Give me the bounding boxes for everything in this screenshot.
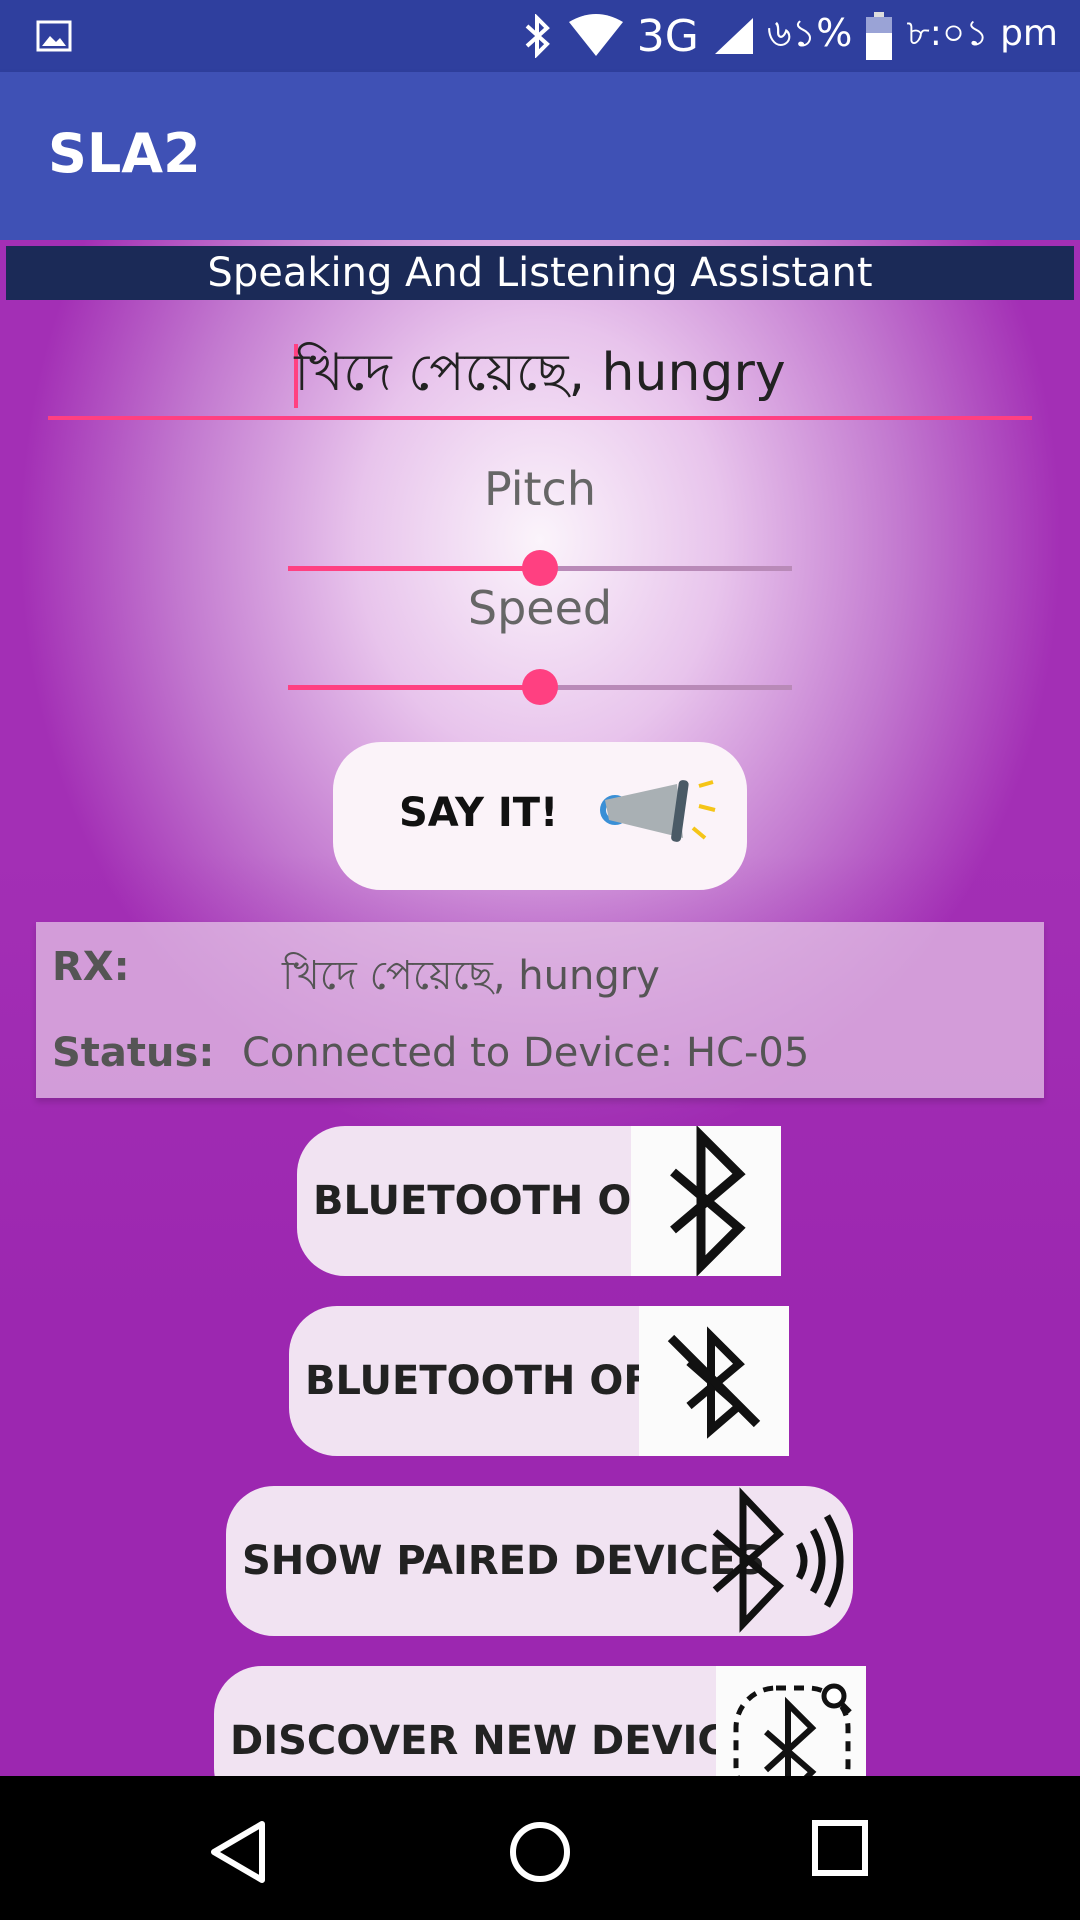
bluetooth-audio-icon <box>712 1487 844 1633</box>
battery-icon <box>866 12 893 60</box>
show-paired-devices-button[interactable]: SHOW PAIRED DEVICES <box>226 1486 853 1636</box>
app-title: SLA2 <box>48 122 201 185</box>
status-bar: 3G ৬১% ৮:০১ pm <box>0 0 1080 72</box>
image-icon <box>36 20 72 52</box>
app-banner: Speaking And Listening Assistant <box>6 246 1074 300</box>
bluetooth-disabled-icon <box>667 1326 761 1439</box>
speech-text-value: খিদে পেয়েছে, hungry <box>294 343 786 403</box>
status-value: Connected to Device: HC-05 <box>242 1030 810 1076</box>
bluetooth-icon <box>670 1126 746 1276</box>
speed-slider-thumb[interactable] <box>522 669 558 705</box>
battery-percent: ৬১% <box>766 11 853 55</box>
bluetooth-on-button[interactable]: BLUETOOTH ON <box>297 1126 781 1276</box>
pitch-label: Pitch <box>484 462 596 516</box>
bluetooth-search-icon <box>733 1683 852 1776</box>
speed-slider[interactable] <box>288 667 792 707</box>
bluetooth-icon <box>525 14 550 58</box>
discover-new-devices-label: DISCOVER NEW DEVICES <box>230 1718 783 1764</box>
say-it-button[interactable]: SAY IT! <box>333 742 747 890</box>
network-type: 3G <box>636 10 699 62</box>
bluetooth-off-label: BLUETOOTH OFF <box>305 1358 678 1404</box>
main-content: Speaking And Listening Assistant খিদে পে… <box>0 240 1080 1776</box>
info-panel: RX: খিদে পেয়েছে, hungry Status: Connect… <box>36 922 1044 1098</box>
discover-new-devices-button[interactable]: DISCOVER NEW DEVICES <box>214 1666 866 1776</box>
navigation-bar <box>0 1776 1080 1920</box>
recents-icon[interactable] <box>812 1820 868 1876</box>
megaphone-icon <box>600 780 716 842</box>
bluetooth-on-label: BLUETOOTH ON <box>313 1178 665 1224</box>
bluetooth-off-button[interactable]: BLUETOOTH OFF <box>289 1306 789 1456</box>
app-bar: SLA2 <box>0 72 1080 240</box>
speech-text-input[interactable]: খিদে পেয়েছে, hungry <box>48 330 1032 420</box>
show-paired-devices-label: SHOW PAIRED DEVICES <box>242 1538 765 1584</box>
wifi-icon <box>568 14 623 56</box>
signal-icon <box>714 18 753 54</box>
home-icon[interactable] <box>508 1820 572 1884</box>
clock: ৮:০১ pm <box>906 13 1058 54</box>
status-label: Status: <box>52 1030 215 1076</box>
say-it-label: SAY IT! <box>399 790 559 836</box>
back-icon[interactable] <box>208 1820 268 1884</box>
rx-value: খিদে পেয়েছে, hungry <box>282 953 660 999</box>
speed-label: Speed <box>467 581 613 635</box>
rx-label: RX: <box>52 944 130 990</box>
